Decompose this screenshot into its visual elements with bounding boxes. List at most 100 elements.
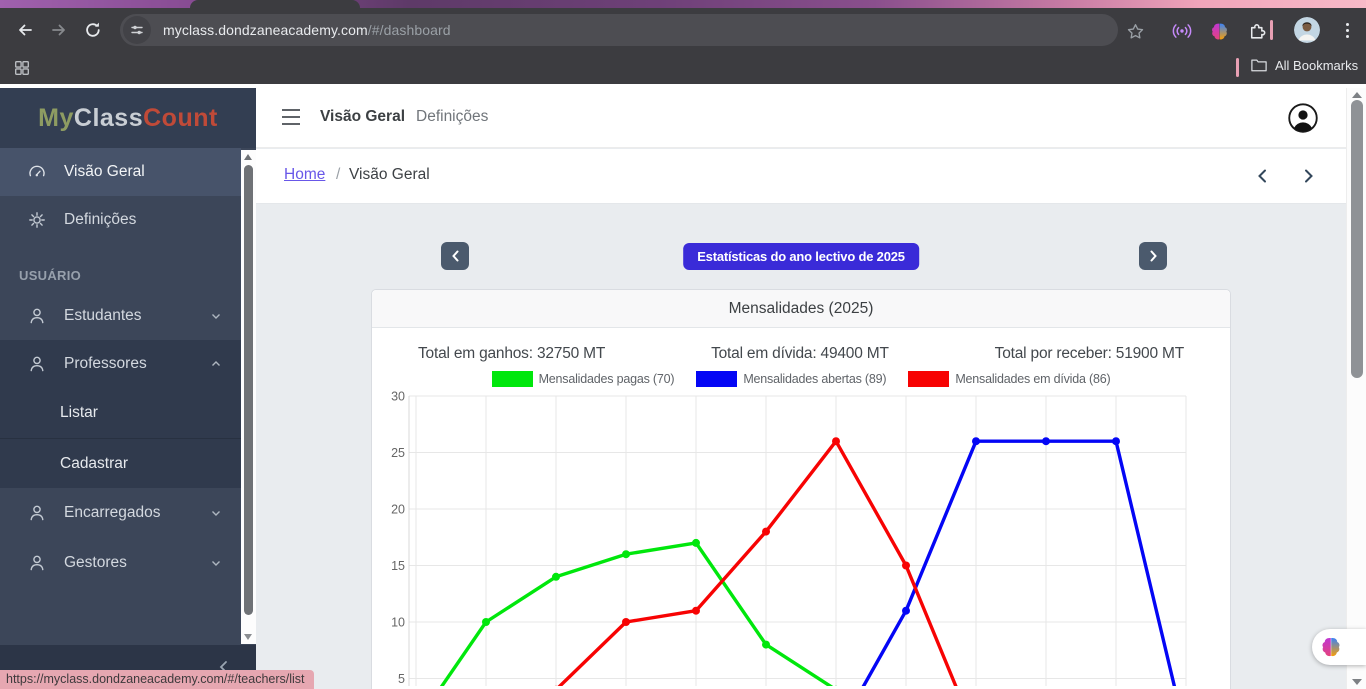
- browser-active-tab[interactable]: [190, 0, 360, 8]
- brain-extension-icon[interactable]: [1207, 19, 1231, 43]
- navbar-link-definicoes[interactable]: Definições: [416, 108, 488, 126]
- url-path: /#/dashboard: [367, 22, 451, 38]
- totals-row: Total em ganhos: 32750 MT Total em dívid…: [372, 328, 1230, 363]
- chevron-right-icon: [1150, 250, 1157, 262]
- browser-menu-icon[interactable]: [1340, 19, 1354, 41]
- extensions-puzzle-icon[interactable]: [1244, 19, 1268, 43]
- breadcrumb-next-icon[interactable]: [1300, 167, 1316, 185]
- all-bookmarks-label: All Bookmarks: [1275, 57, 1359, 73]
- person-icon: [30, 308, 44, 324]
- app-window: MyClassCount Visão Geral Definições USUÁ…: [0, 88, 1366, 689]
- main-area: Visão Geral Definições Home / Visão Gera…: [256, 88, 1346, 689]
- sidebar-subitem-listar[interactable]: Listar: [0, 388, 241, 438]
- dashboard-content: Estatísticas do ano lectivo de 2025 Mens…: [371, 205, 1231, 689]
- user-avatar-icon[interactable]: [1288, 103, 1318, 133]
- sidebar-item-label: Encarregados: [64, 504, 161, 521]
- scroll-down-arrow[interactable]: [244, 634, 252, 640]
- back-button[interactable]: [8, 13, 42, 47]
- navbar-link-visao-geral[interactable]: Visão Geral: [320, 108, 405, 126]
- sidebar-section-usuario: USUÁRIO: [19, 267, 82, 283]
- url-bar[interactable]: myclass.dondzaneacademy.com/#/dashboard: [120, 14, 1118, 46]
- breadcrumb-current: Visão Geral: [349, 166, 430, 183]
- breadcrumb-separator: /: [336, 166, 341, 183]
- bookmark-star-icon[interactable]: [1122, 18, 1148, 44]
- sidebar-item-estudantes[interactable]: Estudantes: [0, 292, 241, 340]
- total-ganhos: Total em ganhos: 32750 MT: [418, 345, 606, 362]
- sidebar-menu: Visão Geral Definições USUÁRIO Estudante…: [0, 148, 241, 588]
- bookmarks-theme-divider: [1236, 58, 1239, 77]
- all-bookmarks-button[interactable]: All Bookmarks: [1250, 57, 1358, 73]
- sidebar-item-professores[interactable]: Professores: [0, 340, 241, 388]
- mensalidades-card: Mensalidades (2025) Total em ganhos: 327…: [371, 289, 1231, 689]
- sidebar-item-definicoes[interactable]: Definições: [0, 196, 241, 244]
- previous-year-button[interactable]: [441, 242, 469, 270]
- logo-area[interactable]: MyClassCount: [0, 88, 256, 148]
- hamburger-menu-icon[interactable]: [282, 109, 300, 125]
- legend-label: Mensalidades abertas (89): [743, 372, 887, 386]
- toolbar-theme-divider: [1270, 20, 1273, 40]
- legend-label: Mensalidades pagas (70): [538, 372, 675, 386]
- breadcrumb-home-link[interactable]: Home: [284, 166, 325, 184]
- tab-grid-icon[interactable]: [10, 56, 34, 80]
- svg-text:20: 20: [391, 503, 405, 517]
- sidebar-item-visao-geral[interactable]: Visão Geral: [0, 148, 241, 196]
- chevron-down-icon: [212, 314, 220, 319]
- sidebar-subitem-cadastrar[interactable]: Cadastrar: [0, 438, 241, 488]
- legend-item-abertas[interactable]: Mensalidades abertas (89): [696, 371, 887, 387]
- breadcrumb: Home / Visão Geral: [256, 149, 1346, 204]
- url-text[interactable]: myclass.dondzaneacademy.com/#/dashboard: [163, 22, 451, 38]
- year-pager: Estatísticas do ano lectivo de 2025: [371, 242, 1231, 270]
- broadcast-extension-icon[interactable]: [1170, 19, 1194, 43]
- svg-text:15: 15: [391, 559, 405, 573]
- forward-button[interactable]: [42, 13, 76, 47]
- scroll-up-arrow[interactable]: [1352, 92, 1362, 98]
- person-icon: [30, 555, 44, 571]
- stats-year-button[interactable]: Estatísticas do ano lectivo de 2025: [683, 243, 919, 270]
- sidebar-scrollbar-thumb[interactable]: [244, 165, 253, 615]
- browser-theme-strip: [0, 0, 1366, 8]
- chevron-left-icon: [451, 250, 458, 262]
- scroll-down-arrow[interactable]: [1352, 679, 1362, 685]
- chevron-up-icon: [212, 361, 220, 366]
- svg-text:30: 30: [391, 390, 405, 404]
- breadcrumb-prev-icon[interactable]: [1255, 167, 1271, 185]
- legend-item-pagas[interactable]: Mensalidades pagas (70): [491, 371, 675, 387]
- gauge-icon: [29, 165, 45, 177]
- app-logo: MyClassCount: [38, 103, 218, 132]
- page-scrollbar-thumb[interactable]: [1351, 100, 1363, 378]
- sidebar-item-label: Estudantes: [64, 307, 142, 324]
- bookmarks-bar: All Bookmarks: [0, 52, 1366, 84]
- browser-toolbar: myclass.dondzaneacademy.com/#/dashboard: [0, 8, 1366, 52]
- svg-text:5: 5: [398, 672, 405, 686]
- reload-button[interactable]: [76, 13, 110, 47]
- screen: myclass.dondzaneacademy.com/#/dashboard: [0, 0, 1366, 689]
- sidebar-item-gestores[interactable]: Gestores: [0, 538, 241, 588]
- card-title: Mensalidades (2025): [372, 290, 1230, 328]
- browser-profile-avatar[interactable]: [1294, 17, 1320, 43]
- top-navbar: Visão Geral Definições: [256, 88, 1346, 148]
- next-year-button[interactable]: [1139, 242, 1167, 270]
- scroll-up-arrow[interactable]: [244, 154, 252, 160]
- sidebar-scrollbar[interactable]: [241, 150, 256, 644]
- sidebar-item-encarregados[interactable]: Encarregados: [0, 488, 241, 538]
- brain-icon: [1322, 637, 1340, 657]
- sidebar-item-label: Visão Geral: [64, 163, 145, 180]
- legend-swatch-green: [491, 371, 533, 387]
- site-settings-icon[interactable]: [123, 16, 151, 44]
- total-divida: Total em dívida: 49400 MT: [711, 345, 889, 362]
- brain-extension-fab[interactable]: [1312, 629, 1366, 665]
- chevron-down-icon: [212, 561, 220, 566]
- chevron-down-icon: [212, 511, 220, 516]
- monthly-line-chart: 30 25 20 15 10 5: [391, 390, 1187, 686]
- url-host: myclass.dondzaneacademy.com: [163, 22, 368, 38]
- status-bar-link-preview: https://myclass.dondzaneacademy.com/#/te…: [0, 670, 314, 689]
- chart-area: 30 25 20 15 10 5: [372, 389, 1202, 686]
- sidebar-subitem-label: Cadastrar: [60, 454, 129, 472]
- sidebar-item-label: Definições: [64, 211, 137, 228]
- legend-item-divida[interactable]: Mensalidades em dívida (86): [908, 371, 1111, 387]
- legend-swatch-blue: [696, 371, 738, 387]
- svg-text:25: 25: [391, 446, 405, 460]
- page-scrollbar[interactable]: [1346, 88, 1366, 689]
- legend-label: Mensalidades em dívida (86): [955, 372, 1111, 386]
- person-icon: [30, 505, 44, 521]
